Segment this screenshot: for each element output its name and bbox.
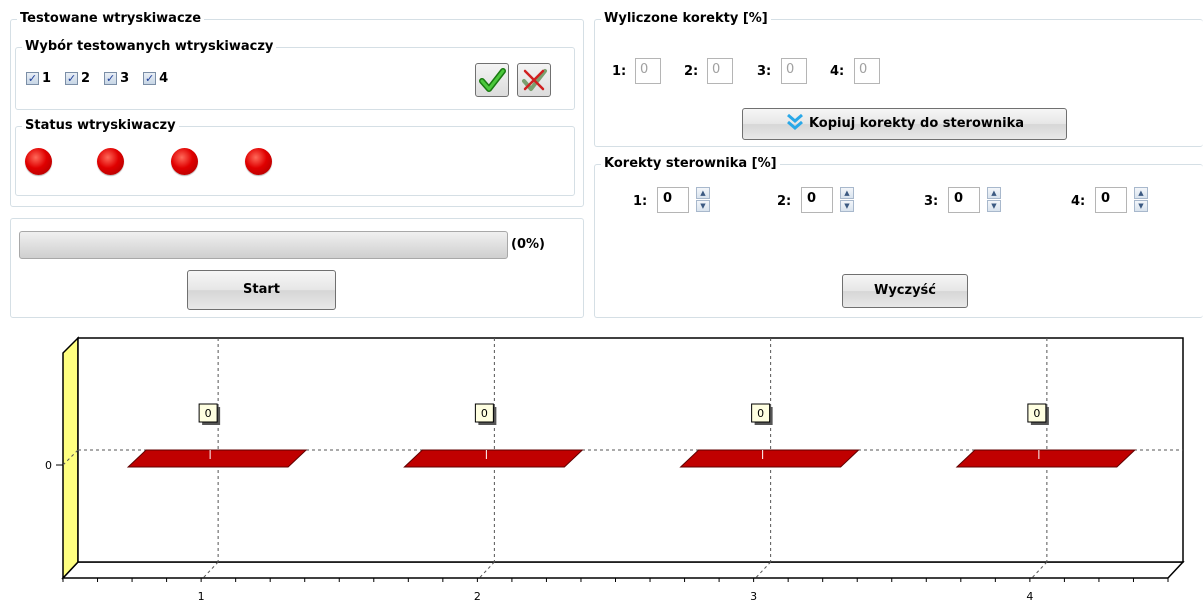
copy-corrections-label: Kopiuj korekty do sterownika [808, 116, 1025, 131]
x-tick-label-4: 4 [1026, 590, 1033, 603]
data-label-2: 0 [481, 407, 488, 420]
x-tick-label-3: 3 [750, 590, 757, 603]
controller-spin-up-2[interactable]: ▲ [840, 187, 854, 199]
bar-1 [126, 449, 308, 468]
controller-spin-up-3[interactable]: ▲ [987, 187, 1001, 199]
injector-checkbox-3[interactable]: ✓ [104, 72, 118, 85]
controller-spin-down-4[interactable]: ▼ [1134, 200, 1148, 212]
calculated-label-2: 2: [684, 64, 699, 79]
controller-spin-down-3[interactable]: ▼ [987, 200, 1001, 212]
x-tick-label-2: 2 [474, 590, 481, 603]
copy-corrections-button[interactable]: Kopiuj korekty do sterownika [742, 108, 1067, 140]
controller-spin-down-2[interactable]: ▼ [840, 200, 854, 212]
controller-label-1: 1: [633, 194, 648, 209]
green-check-icon [479, 68, 506, 92]
status-group-title: Status wtryskiwaczy [22, 118, 179, 133]
controller-label-4: 4: [1071, 194, 1086, 209]
status-led-1 [25, 148, 52, 175]
x-tick-label-1: 1 [198, 590, 205, 603]
controller-label-2: 2: [777, 194, 792, 209]
calculated-label-4: 4: [830, 64, 845, 79]
injector-checkbox-4-label: 4 [159, 71, 169, 86]
bar-3 [679, 449, 860, 468]
calculated-value-2: 0 [707, 58, 733, 84]
clear-button[interactable]: Wyczyść [842, 274, 968, 308]
controller-spin-down-1[interactable]: ▼ [696, 200, 710, 212]
deselect-all-button[interactable] [517, 63, 551, 97]
calculated-corrections-title: Wyliczone korekty [%] [601, 11, 771, 26]
controller-corrections-group: Korekty sterownika [%] 1: 0 ▲ ▼ 2: 0 ▲ ▼… [594, 156, 1203, 318]
status-group: Status wtryskiwaczy [15, 118, 575, 196]
progress-bar [19, 231, 508, 259]
injector-checkbox-2-label: 2 [81, 71, 91, 86]
injector-checkbox-row: ✓ 1 ✓ 2 ✓ 3 ✓ 4 [26, 71, 182, 86]
start-button[interactable]: Start [187, 270, 336, 310]
injector-checkbox-2[interactable]: ✓ [65, 72, 79, 85]
selection-group: Wybór testowanych wtryskiwaczy ✓ 1 ✓ 2 ✓ 3 … [15, 39, 575, 110]
calculated-value-4: 0 [854, 58, 880, 84]
injector-checkbox-3-label: 3 [120, 71, 130, 86]
injectors-group-title: Testowane wtryskiwacze [17, 11, 205, 26]
data-label-3: 0 [757, 407, 764, 420]
y-tick-label: 0 [45, 459, 52, 472]
calculated-label-3: 3: [757, 64, 772, 79]
progress-percent-text: (0%) [511, 237, 545, 252]
data-label-4: 0 [1033, 407, 1040, 420]
calculated-value-1: 0 [635, 58, 661, 84]
controller-value-3[interactable]: 0 [948, 187, 980, 213]
controller-spin-up-1[interactable]: ▲ [696, 187, 710, 199]
status-led-2 [97, 148, 124, 175]
controller-label-3: 3: [924, 194, 939, 209]
double-chevron-down-icon [786, 113, 803, 130]
calculated-value-3: 0 [781, 58, 807, 84]
status-led-4 [245, 148, 272, 175]
injector-checkbox-1[interactable]: ✓ [26, 72, 39, 85]
crossed-check-icon [522, 69, 547, 91]
test-control-group: (0%) Start [10, 218, 584, 318]
bar-2 [403, 449, 584, 468]
injector-checkbox-1-label: 1 [42, 71, 52, 86]
injectors-group: Testowane wtryskiwacze Wybór testowanych… [10, 11, 584, 207]
controller-corrections-title: Korekty sterownika [%] [601, 156, 780, 171]
status-led-3 [171, 148, 198, 175]
controller-spin-up-4[interactable]: ▲ [1134, 187, 1148, 199]
controller-value-4[interactable]: 0 [1095, 187, 1127, 213]
calculated-corrections-group: Wyliczone korekty [%] 1: 0 2: 0 3: 0 4: … [594, 11, 1203, 147]
controller-value-2[interactable]: 0 [801, 187, 833, 213]
injector-chart: 0 0 0 0 0 1 2 3 4 [45, 336, 1185, 603]
select-all-button[interactable] [475, 63, 509, 97]
bar-4 [955, 449, 1137, 468]
injector-checkbox-4[interactable]: ✓ [143, 72, 157, 85]
calculated-label-1: 1: [612, 64, 627, 79]
controller-value-1[interactable]: 0 [657, 187, 689, 213]
selection-group-title: Wybór testowanych wtryskiwaczy [22, 39, 277, 54]
data-label-1: 0 [205, 407, 212, 420]
